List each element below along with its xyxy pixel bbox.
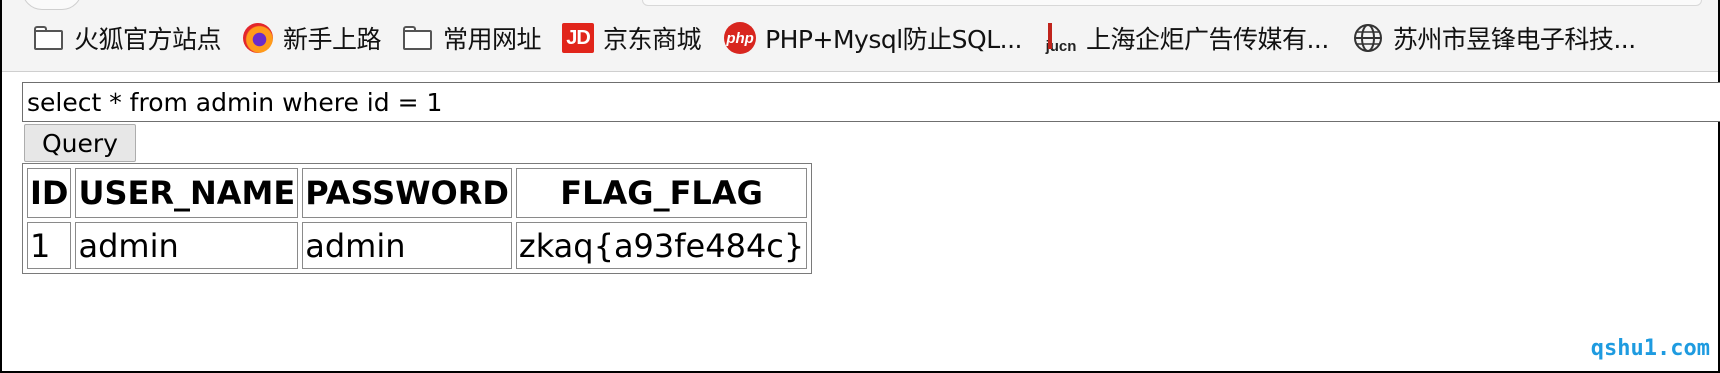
bookmark-common-sites[interactable]: 常用网址 xyxy=(401,16,542,60)
folder-icon xyxy=(401,21,435,55)
table-row: 1 admin admin zkaq{a93fe484c} xyxy=(27,222,808,269)
column-header-flag: FLAG_FLAG xyxy=(515,168,808,218)
bookmark-firefox-official[interactable]: 火狐官方站点 xyxy=(32,16,222,60)
cell-password: admin xyxy=(302,222,512,269)
bookmark-jd[interactable]: JD 京东商城 xyxy=(561,16,702,60)
column-header-id: ID xyxy=(27,168,72,218)
bookmark-label: 火狐官方站点 xyxy=(74,25,222,54)
bookmark-label: 新手上路 xyxy=(283,25,382,54)
sql-query-input[interactable] xyxy=(22,82,1720,122)
url-bar-edge xyxy=(642,0,1702,6)
cell-id: 1 xyxy=(27,222,72,269)
bookmark-suzhou-electronics[interactable]: 苏州市昱锋电子科技... xyxy=(1351,16,1636,60)
bookmark-label: 上海企炬广告传媒有... xyxy=(1085,25,1329,54)
cell-flag: zkaq{a93fe484c} xyxy=(515,222,808,269)
bookmark-php-mysql[interactable]: php PHP+Mysql防止SQL... xyxy=(723,16,1022,60)
globe-icon xyxy=(1351,21,1385,55)
bookmark-label: 苏州市昱锋电子科技... xyxy=(1392,25,1636,54)
toolbar-button-edge xyxy=(22,0,82,10)
jucn-icon: jucn xyxy=(1044,21,1078,55)
query-button[interactable]: Query xyxy=(24,124,136,162)
bookmark-shanghai-media[interactable]: jucn 上海企炬广告传媒有... xyxy=(1044,16,1329,60)
jd-icon: JD xyxy=(561,21,595,55)
bookmark-getting-started[interactable]: 新手上路 xyxy=(241,16,382,60)
folder-icon xyxy=(32,21,66,55)
results-table: ID USER_NAME PASSWORD FLAG_FLAG 1 admin … xyxy=(22,163,813,274)
table-header-row: ID USER_NAME PASSWORD FLAG_FLAG xyxy=(27,168,808,218)
column-header-password: PASSWORD xyxy=(302,168,512,218)
column-header-user-name: USER_NAME xyxy=(75,168,299,218)
bookmark-label: PHP+Mysql防止SQL... xyxy=(765,25,1022,54)
php-icon: php xyxy=(723,21,757,55)
bookmark-label: 常用网址 xyxy=(443,25,542,54)
cell-user-name: admin xyxy=(75,222,299,269)
bookmarks-toolbar: 火狐官方站点 新手上路 常用网址 JD 京东商城 php PHP+Mysql防止… xyxy=(2,0,1718,72)
firefox-icon xyxy=(241,21,275,55)
bookmark-label: 京东商城 xyxy=(603,25,702,54)
watermark: qshu1.com xyxy=(1590,336,1710,361)
bookmarks-row: 火狐官方站点 新手上路 常用网址 JD 京东商城 php PHP+Mysql防止… xyxy=(32,16,1636,60)
